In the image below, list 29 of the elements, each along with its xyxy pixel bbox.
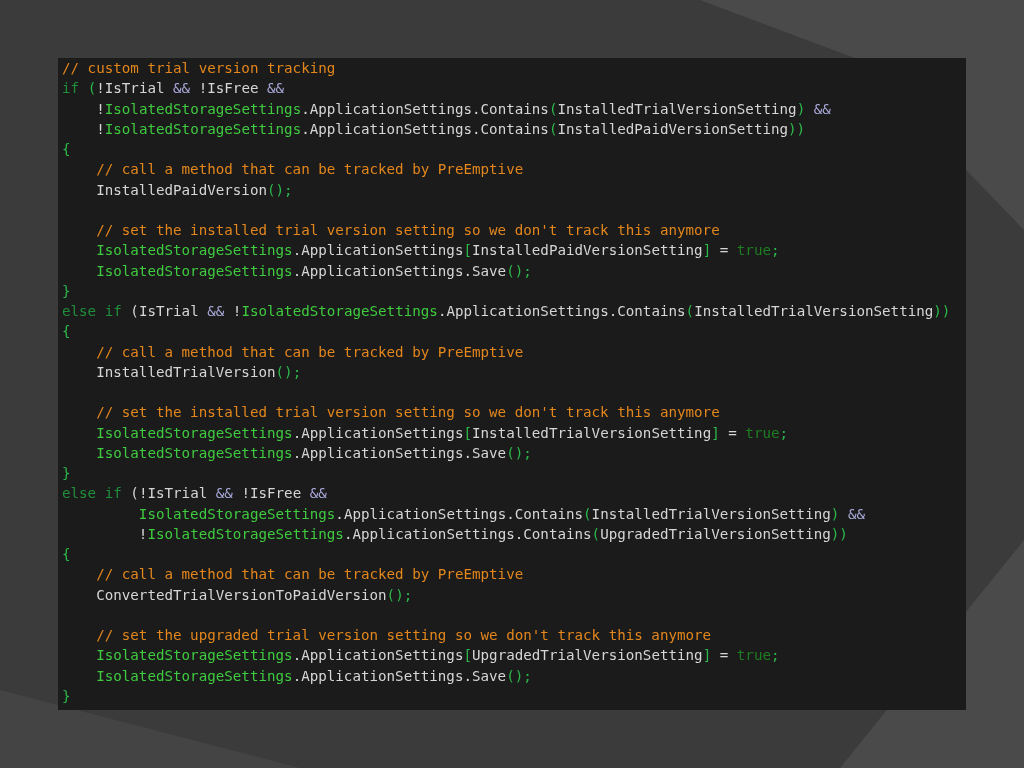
code-line: else if (IsTrial && !IsolatedStorageSettings.ApplicationSettings.Contains(InstalledTrialVersionSetting)): [62, 302, 951, 321]
code-line: !IsolatedStorageSettings.ApplicationSettings.Contains(UpgradedTrialVersionSetting)): [137, 524, 848, 544]
code-line: InstalledTrialVersion();: [95, 362, 302, 382]
code-line: InstalledPaidVersion();: [95, 180, 293, 200]
code-line: IsolatedStorageSettings.ApplicationSettings.Contains(InstalledTrialVersionSetting) &&: [137, 504, 865, 524]
code-line: // custom trial version tracking: [62, 59, 336, 78]
code-line: // call a method that can be tracked by PreEmptive: [95, 160, 524, 180]
code-line: {: [62, 322, 71, 342]
code-line: // call a method that can be tracked by PreEmptive: [95, 565, 524, 585]
code-line: {: [62, 545, 71, 564]
code-line: else if (!IsTrial && !IsFree &&: [62, 484, 327, 504]
code-line: // set the installed trial version setting so we don't track this anymore: [95, 221, 720, 240]
code-line: IsolatedStorageSettings.ApplicationSettings[InstalledPaidVersionSetting] = true;: [95, 241, 780, 261]
code-line: if (!IsTrial && !IsFree &&: [62, 79, 285, 99]
code-line: // call a method that can be tracked by PreEmptive: [95, 342, 524, 362]
code-line: ConvertedTrialVersionToPaidVersion();: [95, 585, 413, 605]
code-line: IsolatedStorageSettings.ApplicationSettings[InstalledTrialVersionSetting] = true;: [95, 423, 789, 443]
code-line: !IsolatedStorageSettings.ApplicationSettings.Contains(InstalledTrialVersionSetting) &&: [95, 99, 831, 119]
code-line: IsolatedStorageSettings.ApplicationSettings.Save();: [95, 666, 532, 686]
code-line: }: [62, 686, 71, 706]
code-line: IsolatedStorageSettings.ApplicationSettings.Save();: [95, 261, 532, 281]
code-line: // set the upgraded trial version setting so we don't track this anymore: [95, 626, 712, 645]
code-line: }: [62, 464, 71, 483]
code-line: // set the installed trial version setting so we don't track this anymore: [95, 403, 720, 423]
code-line: }: [62, 281, 71, 301]
code-line: IsolatedStorageSettings.ApplicationSettings[UpgradedTrialVersionSetting] = true;: [95, 646, 780, 666]
code-line: IsolatedStorageSettings.ApplicationSettings.Save();: [95, 443, 532, 463]
code-line: !IsolatedStorageSettings.ApplicationSettings.Contains(InstalledPaidVersionSetting)): [95, 119, 806, 139]
code-line: {: [62, 140, 71, 159]
